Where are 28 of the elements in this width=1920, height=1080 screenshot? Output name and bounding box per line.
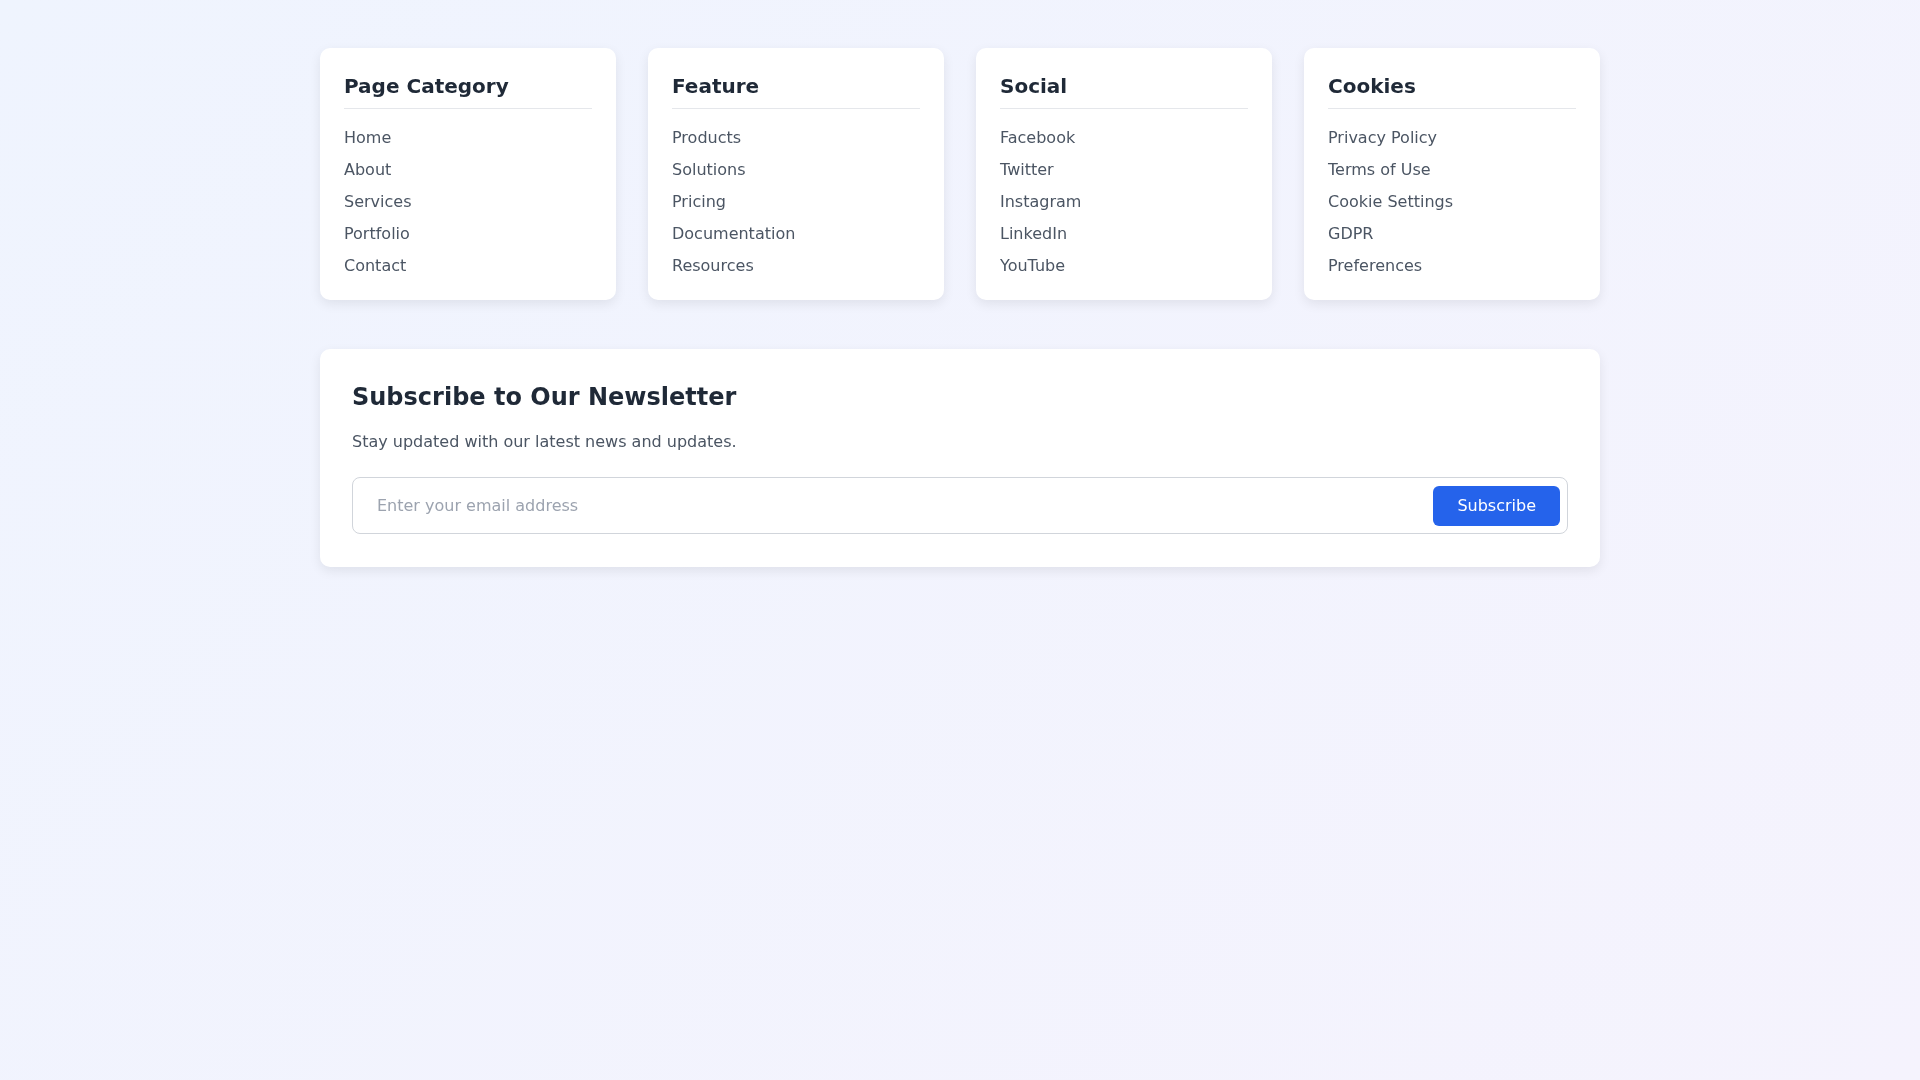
footer-link[interactable]: Products (672, 128, 742, 148)
footer-link[interactable]: Privacy Policy (1328, 128, 1438, 148)
footer-link[interactable]: YouTube (1000, 256, 1066, 276)
newsletter-title: Subscribe to Our Newsletter (352, 383, 738, 411)
footer-link[interactable]: Cookie Settings (1328, 192, 1453, 212)
card-title: Social (1000, 74, 1248, 109)
footer-link[interactable]: Portfolio (344, 224, 410, 244)
email-field[interactable]: Enter your email address Subscribe (352, 477, 1568, 534)
footer-link[interactable]: Contact (344, 256, 407, 276)
footer-link[interactable]: Instagram (1000, 192, 1082, 212)
footer-link[interactable]: Resources (672, 256, 754, 276)
card-title: Page Category (344, 74, 592, 109)
subscribe-button[interactable]: Subscribe (1433, 485, 1560, 526)
footer-link[interactable]: Terms of Use (1328, 160, 1431, 180)
footer-link[interactable]: Preferences (1328, 256, 1423, 276)
footer-link[interactable]: Twitter (1000, 160, 1054, 180)
footer-link[interactable]: Services (344, 192, 412, 212)
footer-link[interactable]: GDPR (1328, 224, 1374, 244)
card-title: Feature (672, 74, 920, 109)
footer-link[interactable]: Documentation (672, 224, 796, 244)
footer-link[interactable]: About (344, 160, 392, 180)
card-title: Cookies (1328, 74, 1576, 109)
footer-link[interactable]: Home (344, 128, 392, 148)
newsletter-description: Stay updated with our latest news and updates. (352, 432, 737, 451)
footer-link[interactable]: Pricing (672, 192, 726, 212)
footer-link[interactable]: Solutions (672, 160, 746, 180)
footer-link[interactable]: Facebook (1000, 128, 1076, 148)
footer-link[interactable]: LinkedIn (1000, 224, 1068, 244)
